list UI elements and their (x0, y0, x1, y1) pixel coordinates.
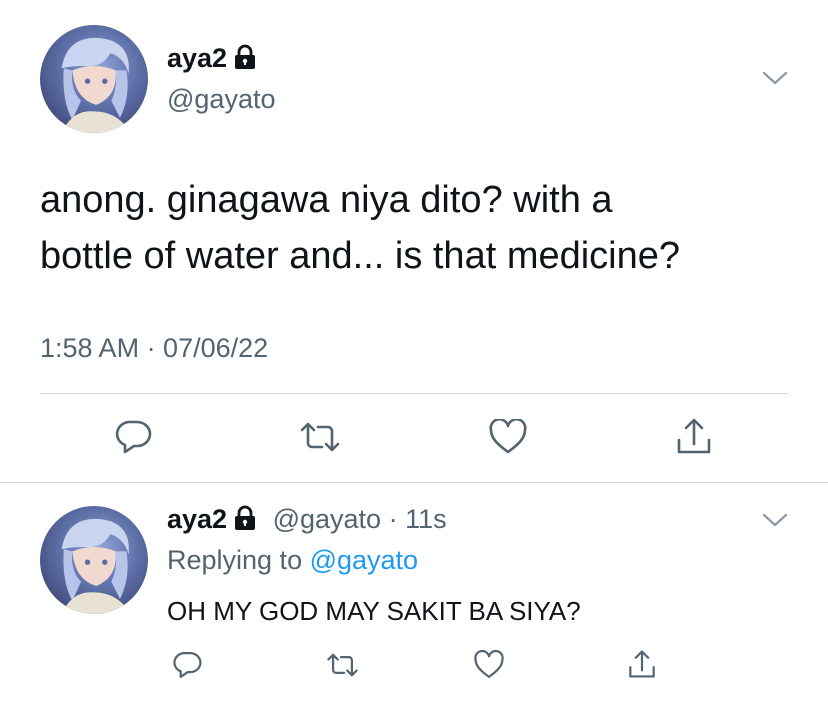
share-button[interactable] (628, 648, 656, 680)
avatar[interactable] (40, 506, 148, 614)
avatar-image (61, 518, 131, 614)
user-handle[interactable]: @gayato (167, 84, 275, 115)
display-name-text[interactable]: aya2 (167, 504, 227, 534)
reply-button[interactable] (172, 650, 202, 680)
reply-icon (115, 420, 152, 454)
share-icon (629, 650, 655, 678)
lock-icon (233, 505, 257, 538)
like-icon (474, 650, 504, 678)
retweet-button[interactable] (299, 421, 341, 453)
avatar[interactable] (40, 25, 148, 133)
like-button[interactable] (489, 419, 527, 455)
avatar-image (61, 37, 131, 133)
retweet-icon (327, 653, 358, 677)
retweet-button[interactable] (326, 652, 359, 678)
mention-link[interactable]: @gayato (310, 545, 418, 575)
share-icon (677, 418, 711, 454)
divider (40, 393, 788, 394)
reply-button[interactable] (114, 419, 152, 455)
tweet-text: OH MY GOD MAY SAKIT BA SIYA? (167, 596, 581, 626)
handle-and-time[interactable]: @gayato · 11s (273, 504, 447, 534)
like-icon (489, 419, 527, 454)
like-button[interactable] (474, 650, 504, 680)
retweet-icon (300, 422, 340, 452)
tweet-text-line: bottle of water and... is that medicine? (40, 235, 681, 277)
chevron-down-icon[interactable] (762, 512, 788, 533)
share-button[interactable] (676, 416, 712, 456)
display-name[interactable]: aya2 (167, 43, 257, 77)
chevron-down-icon[interactable] (762, 70, 788, 91)
replying-to-prefix: Replying to (167, 545, 310, 575)
tweet-text-line: anong. ginagawa niya dito? with a (40, 179, 613, 221)
reply-icon (173, 652, 202, 678)
tweet-timestamp[interactable]: 1:58 AM · 07/06/22 (40, 333, 268, 364)
divider (0, 482, 828, 483)
lock-icon (233, 44, 257, 77)
display-name-text: aya2 (167, 43, 228, 73)
tweet-text: anong. ginagawa niya dito? with a bottle… (40, 172, 800, 284)
reply-header: aya2 @gayato · 11s (167, 504, 447, 538)
replying-to: Replying to @gayato (167, 545, 418, 576)
